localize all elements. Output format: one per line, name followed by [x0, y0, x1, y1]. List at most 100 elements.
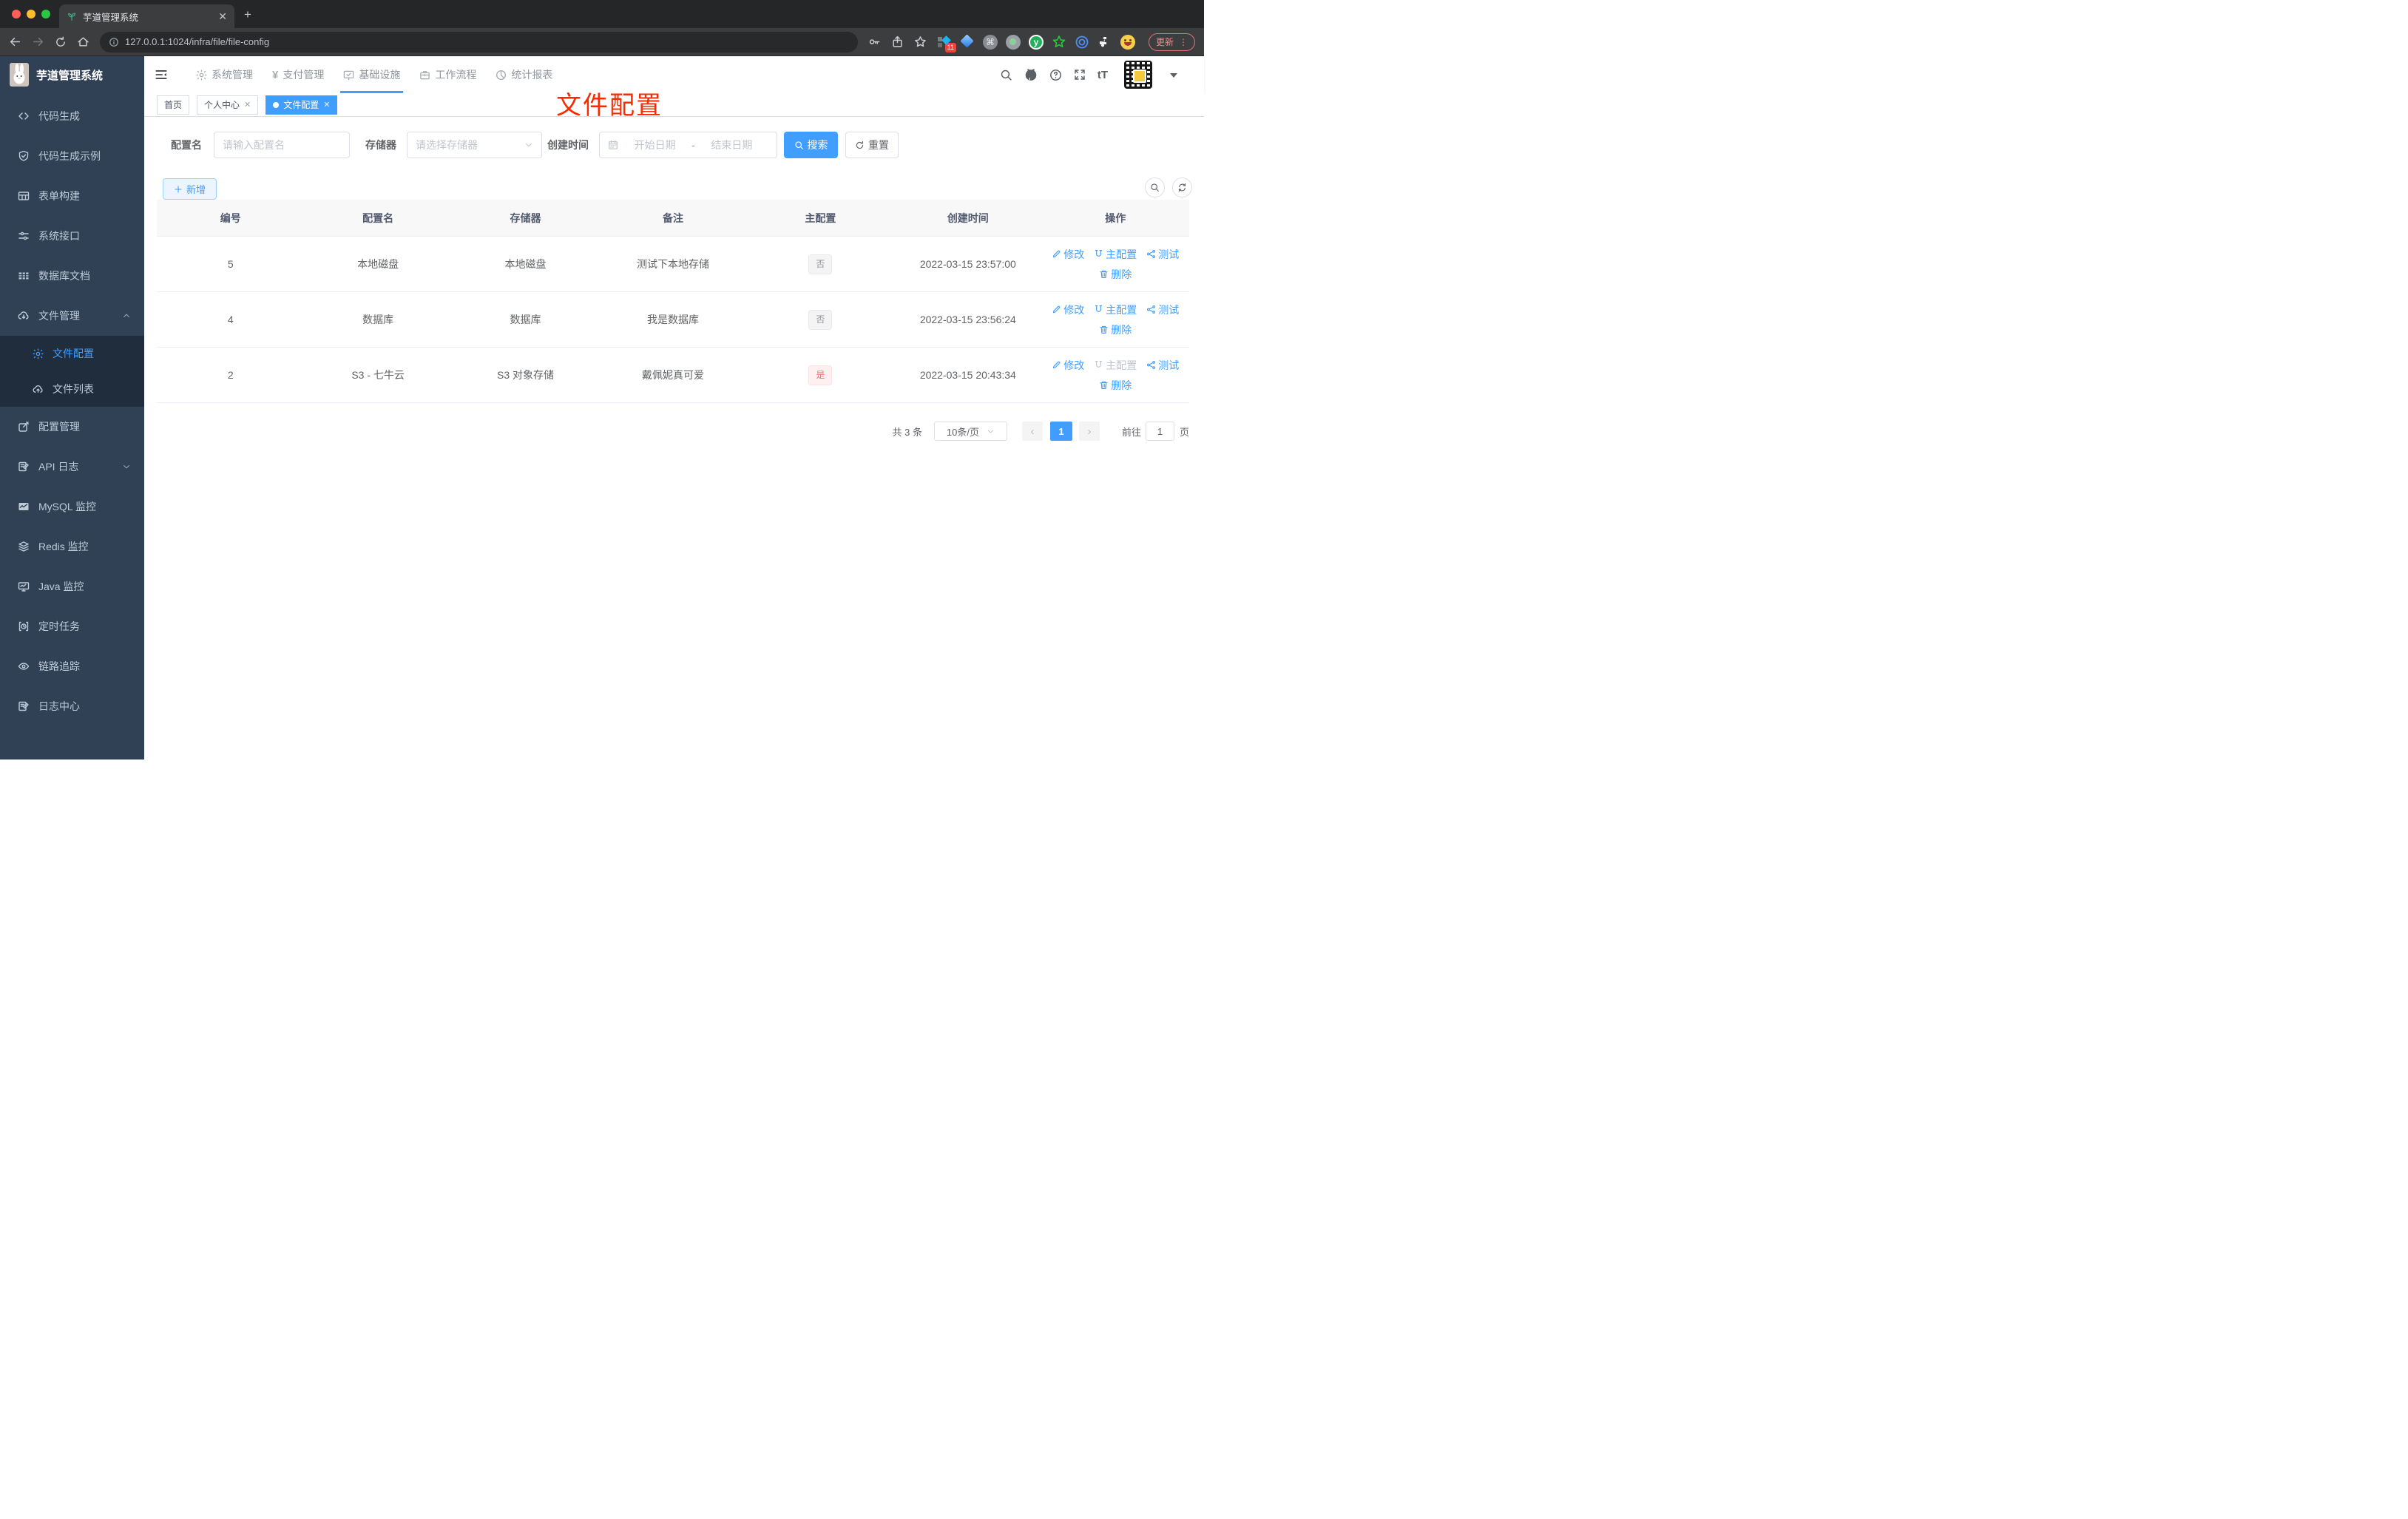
search-icon[interactable] [1000, 69, 1012, 81]
edit-link[interactable]: 修改 [1052, 358, 1084, 373]
cell-actions: 修改 主配置 测试 删除 [1042, 302, 1189, 337]
sidebar-item-code-demo[interactable]: 代码生成示例 [0, 136, 144, 176]
cell-storage: S3 对象存储 [497, 369, 555, 381]
delete-link[interactable]: 删除 [1099, 378, 1132, 393]
reload-icon[interactable] [55, 36, 67, 48]
eye-icon [18, 663, 30, 670]
sidebar-item-java-monitor[interactable]: Java 监控 [0, 566, 144, 606]
site-info-icon[interactable] [109, 37, 119, 47]
delete-link[interactable]: 删除 [1099, 267, 1132, 282]
nav-item-infrastructure[interactable]: 基础设施 [340, 56, 404, 93]
extension-eye-icon[interactable] [1075, 35, 1089, 50]
sidebar-item-form-builder[interactable]: 表单构建 [0, 176, 144, 216]
extension-gem-icon[interactable] [960, 35, 975, 50]
close-window-button[interactable] [12, 10, 21, 18]
back-icon[interactable] [9, 35, 21, 48]
bookmark-star-icon[interactable] [914, 35, 927, 48]
extension-emoji-icon[interactable] [1120, 34, 1135, 50]
tag-file-config[interactable]: 文件配置 ✕ [266, 95, 338, 115]
refresh-table-button[interactable] [1172, 177, 1192, 197]
help-icon[interactable] [1049, 69, 1062, 81]
nav-item-reports[interactable]: 统计报表 [496, 56, 552, 93]
search-button[interactable]: 搜索 [784, 132, 838, 158]
edit-link[interactable]: 修改 [1052, 302, 1084, 317]
browser-toolbar: 127.0.0.1:1024/infra/file/file-config 11… [0, 28, 1204, 56]
sidebar-item-config-manage[interactable]: 配置管理 [0, 407, 144, 447]
share-icon[interactable] [891, 35, 904, 48]
sidebar-item-tracing[interactable]: 链路追踪 [0, 646, 144, 686]
tag-close-icon[interactable]: ✕ [244, 100, 251, 109]
test-link[interactable]: 测试 [1146, 302, 1179, 317]
nav-item-system[interactable]: 系统管理 [196, 56, 253, 93]
toggle-search-button[interactable] [1145, 177, 1165, 197]
sidebar-item-api-log[interactable]: API 日志 [0, 447, 144, 487]
date-end-placeholder[interactable]: 结束日期 [695, 138, 768, 152]
address-bar[interactable]: 127.0.0.1:1024/infra/file/file-config [100, 31, 858, 53]
sidebar-item-scheduled-jobs[interactable]: 定时任务 [0, 606, 144, 646]
date-start-placeholder[interactable]: 开始日期 [618, 138, 691, 152]
trash-icon [1100, 270, 1108, 278]
sidebar-item-file-manage[interactable]: 文件管理 [0, 296, 144, 336]
nav-item-workflow[interactable]: 工作流程 [419, 56, 476, 93]
sidebar-item-file-config[interactable]: 文件配置 [0, 336, 144, 371]
log-icon [18, 701, 29, 711]
tag-home[interactable]: 首页 [157, 95, 190, 115]
sidebar-item-label: 代码生成示例 [38, 150, 101, 162]
sidebar-item-db-doc[interactable]: 数据库文档 [0, 256, 144, 296]
storage-select[interactable]: 请选择存储器 [407, 132, 542, 158]
sidebar-item-mysql-monitor[interactable]: MySQL 监控 [0, 487, 144, 527]
tag-close-icon[interactable]: ✕ [323, 100, 330, 109]
date-range-picker[interactable]: 开始日期 - 结束日期 [599, 132, 777, 158]
delete-link[interactable]: 删除 [1099, 322, 1132, 337]
sidebar-item-log-center[interactable]: 日志中心 [0, 686, 144, 726]
app-logo[interactable]: 芋道管理系统 [0, 56, 144, 93]
zoom-window-button[interactable] [41, 10, 50, 18]
chrome-menu-icon[interactable]: ⋮ [1179, 37, 1188, 47]
cell-name: S3 - 七牛云 [351, 369, 405, 381]
extension-star-icon[interactable] [1052, 35, 1066, 50]
chrome-update-button[interactable]: 更新 ⋮ [1148, 33, 1195, 51]
current-page-button[interactable]: 1 [1049, 422, 1072, 441]
browser-tab[interactable]: 芋道管理系统 ✕ [59, 4, 234, 28]
home-icon[interactable] [77, 35, 89, 48]
master-config-link[interactable]: 主配置 [1094, 247, 1137, 262]
config-name-input[interactable] [223, 139, 341, 151]
user-avatar[interactable] [1124, 61, 1152, 89]
sidebar-item-system-api[interactable]: 系统接口 [0, 216, 144, 256]
reset-button[interactable]: 重置 [845, 132, 899, 158]
edit-link[interactable]: 修改 [1052, 247, 1084, 262]
trash-icon [1100, 325, 1108, 334]
user-menu-caret-icon[interactable] [1170, 72, 1177, 81]
github-icon[interactable] [1024, 68, 1038, 81]
forward-icon[interactable] [32, 35, 44, 48]
tab-close-icon[interactable]: ✕ [218, 10, 227, 23]
password-key-icon[interactable] [868, 35, 881, 48]
master-config-link-disabled[interactable]: 主配置 [1094, 358, 1137, 373]
extension-command-icon[interactable]: ⌘ [982, 34, 998, 50]
page-size-select[interactable]: 10条/页 [933, 422, 1007, 441]
minimize-window-button[interactable] [27, 10, 35, 18]
next-page-button[interactable]: › [1078, 422, 1100, 441]
nav-item-payment[interactable]: ¥ 支付管理 [272, 56, 324, 93]
extension-recorder-icon[interactable] [1005, 34, 1021, 50]
prev-page-button[interactable]: ‹ [1021, 422, 1043, 441]
fullscreen-icon[interactable] [1074, 69, 1086, 81]
java-monitor-icon [18, 582, 30, 592]
extension-y-icon[interactable]: y [1028, 34, 1044, 50]
goto-page-input[interactable] [1145, 422, 1174, 441]
extensions-puzzle-icon[interactable] [1098, 35, 1112, 50]
sidebar-item-code-gen[interactable]: 代码生成 [0, 96, 144, 136]
window-controls[interactable] [12, 10, 50, 18]
test-link[interactable]: 测试 [1146, 247, 1179, 262]
tag-profile[interactable]: 个人中心 ✕ [197, 95, 259, 115]
font-size-icon[interactable]: tT [1098, 69, 1108, 81]
new-tab-button[interactable]: + [244, 7, 251, 22]
pagination-total: 共 3 条 [892, 426, 922, 438]
master-config-link[interactable]: 主配置 [1094, 302, 1137, 317]
test-link[interactable]: 测试 [1146, 358, 1179, 373]
sidebar-item-redis-monitor[interactable]: Redis 监控 [0, 527, 144, 566]
sidebar-item-file-list[interactable]: 文件列表 [0, 371, 144, 407]
sidebar-collapse-icon[interactable] [155, 68, 168, 81]
extension-tags-icon[interactable]: 11 [937, 35, 956, 53]
add-button[interactable]: 新增 [163, 178, 217, 200]
